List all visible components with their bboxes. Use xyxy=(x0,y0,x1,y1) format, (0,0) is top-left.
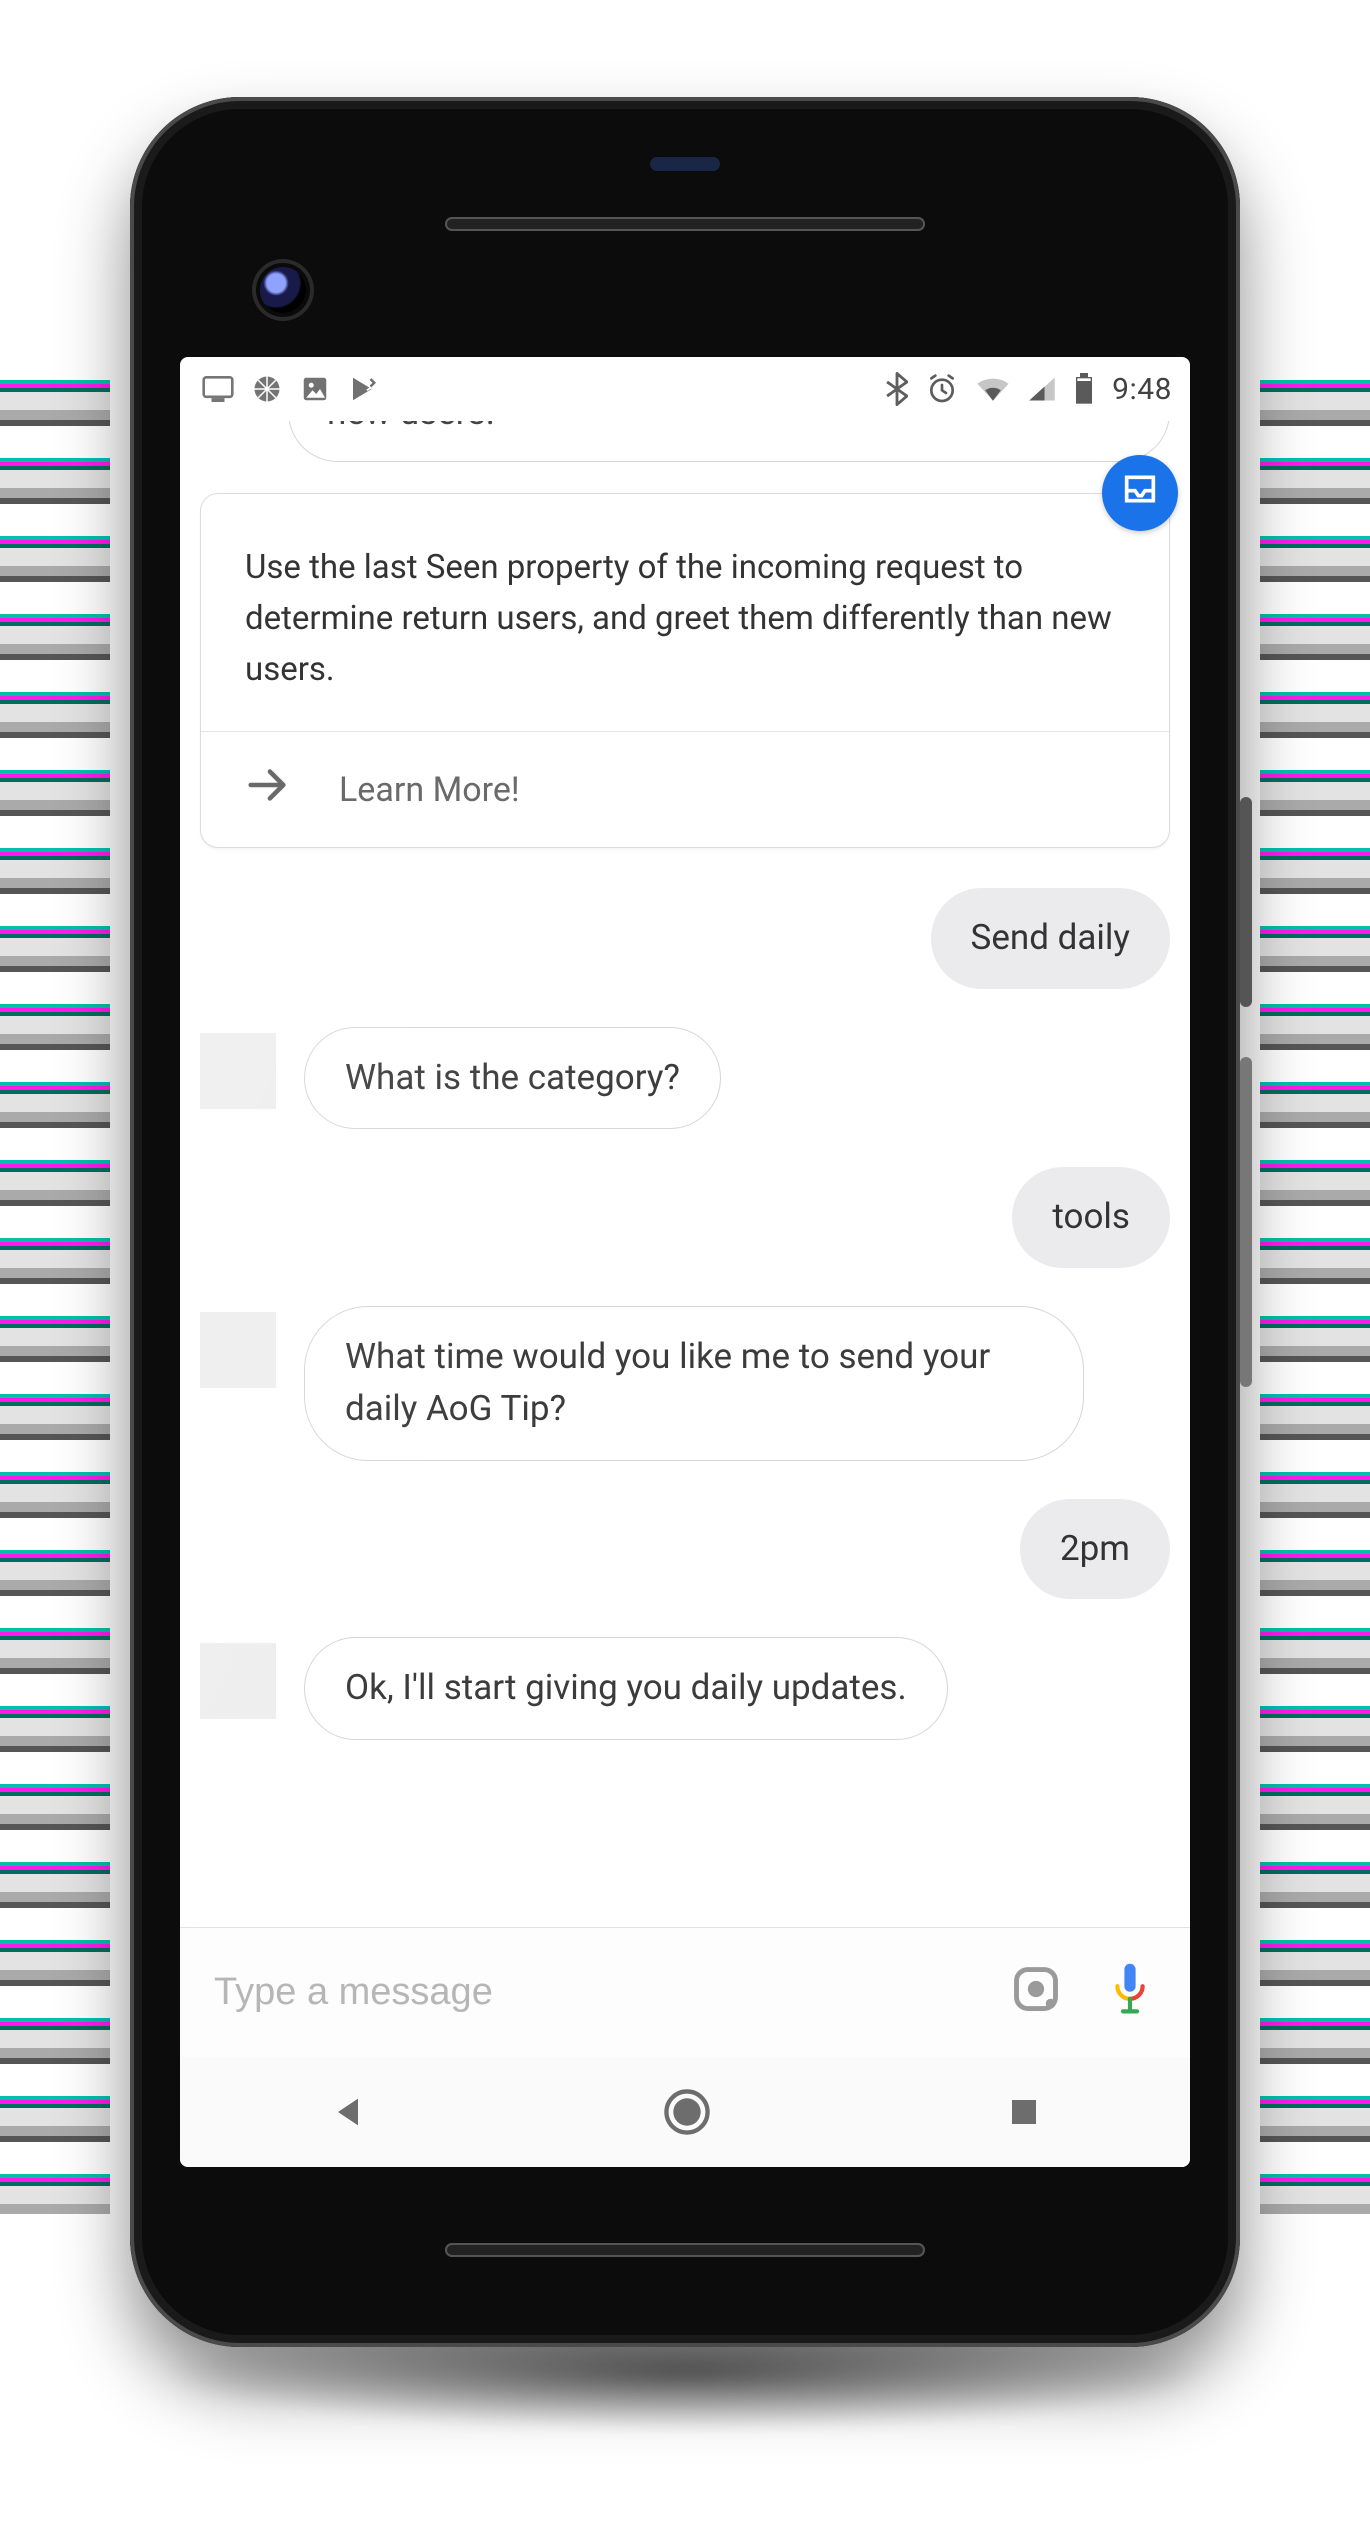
status-time: 9:48 xyxy=(1112,372,1172,407)
message-input[interactable] xyxy=(214,1971,972,2014)
assistant-avatar xyxy=(200,1643,276,1719)
arrow-right-icon xyxy=(245,762,291,817)
bubble-text: What time would you like me to send your… xyxy=(345,1336,990,1430)
phone-frame: 9:48 new users. Use the last Seen proper… xyxy=(130,97,1240,2347)
assistant-bubble[interactable]: What is the category? xyxy=(304,1027,721,1130)
cast-icon xyxy=(202,376,234,402)
power-button xyxy=(1240,797,1252,1007)
assistant-avatar xyxy=(200,1033,276,1109)
assistant-bubble[interactable]: What time would you like me to send your… xyxy=(304,1306,1084,1461)
volume-button xyxy=(1240,1057,1252,1387)
learn-more-button[interactable]: Learn More! xyxy=(201,731,1169,847)
bottom-speaker xyxy=(445,2243,925,2257)
bubble-text: 2pm xyxy=(1060,1528,1130,1569)
message-row-user: Send daily xyxy=(200,888,1170,989)
inbox-icon xyxy=(1120,469,1160,517)
conversation-scroll[interactable]: new users. Use the last Seen property of… xyxy=(180,421,1190,1927)
user-bubble[interactable]: Send daily xyxy=(931,888,1170,989)
message-row-assistant: Ok, I'll start giving you daily updates. xyxy=(200,1637,1170,1740)
message-row-user: tools xyxy=(200,1167,1170,1268)
wifi-icon xyxy=(976,376,1010,402)
bubble-text: What is the category? xyxy=(345,1057,680,1098)
bubble-text: new users. xyxy=(327,421,495,433)
android-nav-bar xyxy=(180,2057,1190,2167)
status-bar: 9:48 xyxy=(180,357,1190,421)
user-bubble[interactable]: tools xyxy=(1012,1167,1170,1268)
earpiece-speaker xyxy=(445,217,925,231)
decorative-streaks-left xyxy=(0,380,110,2214)
message-row-assistant: What time would you like me to send your… xyxy=(200,1306,1170,1461)
tip-card-body: Use the last Seen property of the incomi… xyxy=(201,494,1169,731)
alarm-icon xyxy=(926,373,958,405)
assistant-avatar xyxy=(200,1312,276,1388)
assistant-bubble-partial: new users. xyxy=(288,421,1170,462)
battery-icon xyxy=(1074,373,1094,405)
mic-icon xyxy=(1107,1961,1153,2025)
assistant-bubble[interactable]: Ok, I'll start giving you daily updates. xyxy=(304,1637,948,1740)
nav-recents-button[interactable] xyxy=(1006,2094,1042,2130)
play-icon xyxy=(348,374,378,404)
composer-bar xyxy=(180,1927,1190,2057)
bubble-text: Ok, I'll start giving you daily updates. xyxy=(345,1667,907,1708)
image-icon xyxy=(300,374,330,404)
lens-icon xyxy=(1010,1963,1062,2023)
card-source-badge[interactable] xyxy=(1102,455,1178,531)
bubble-text: Send daily xyxy=(971,917,1130,958)
learn-more-label: Learn More! xyxy=(339,770,520,810)
bluetooth-icon xyxy=(886,372,908,406)
circle-home-icon xyxy=(663,2088,711,2136)
user-bubble[interactable]: 2pm xyxy=(1020,1499,1170,1600)
cell-icon xyxy=(1028,376,1056,402)
decorative-streaks-right xyxy=(1260,380,1370,2214)
nav-back-button[interactable] xyxy=(328,2092,368,2132)
bubble-text: tools xyxy=(1052,1196,1130,1237)
square-recents-icon xyxy=(1006,2094,1042,2130)
nav-home-button[interactable] xyxy=(663,2088,711,2136)
message-row-assistant: What is the category? xyxy=(200,1027,1170,1130)
mic-button[interactable] xyxy=(1100,1963,1160,2023)
proximity-sensor xyxy=(650,157,720,171)
tip-card[interactable]: Use the last Seen property of the incomi… xyxy=(200,493,1170,848)
triangle-back-icon xyxy=(328,2092,368,2132)
lens-button[interactable] xyxy=(1006,1963,1066,2023)
device-screen: 9:48 new users. Use the last Seen proper… xyxy=(180,357,1190,2167)
basketball-icon xyxy=(252,374,282,404)
message-row-user: 2pm xyxy=(200,1499,1170,1600)
front-camera xyxy=(260,267,306,313)
